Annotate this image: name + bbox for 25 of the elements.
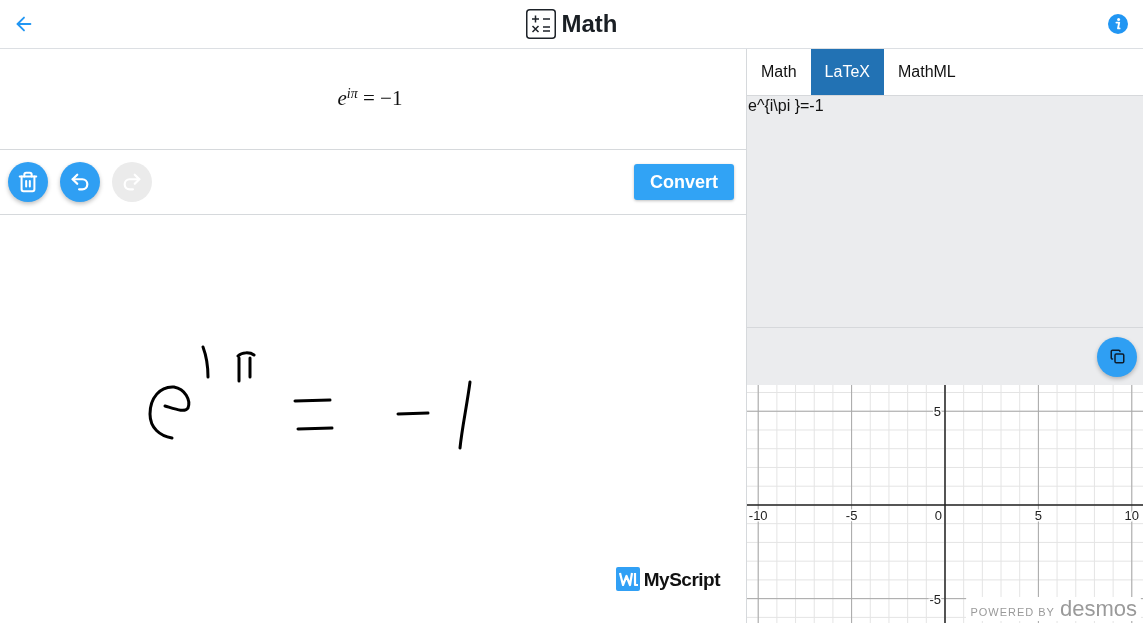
logo-text: MyScript	[643, 569, 720, 589]
axis-tick-label: 5	[933, 404, 941, 420]
axis-tick-label: -5	[845, 507, 858, 523]
info-icon	[1108, 14, 1128, 34]
info-button[interactable]	[1108, 14, 1128, 34]
tab[interactable]: LaTeX	[810, 49, 884, 95]
undo-button[interactable]	[60, 162, 100, 202]
trash-icon	[17, 171, 39, 193]
axis-tick-label: -10	[748, 507, 768, 523]
clear-button[interactable]	[8, 162, 48, 202]
math-symbols-icon	[525, 9, 556, 39]
app-title: Math	[561, 12, 618, 36]
graph[interactable]: -10 -5 0 5 10 -5 5 POWERED BY desmos	[747, 385, 1143, 623]
math-result: e$^{iπ}$ = −1	[337, 85, 403, 113]
copy-icon	[1109, 349, 1125, 364]
logo-icon	[615, 567, 640, 591]
undo-icon	[69, 171, 91, 193]
axis-tick-label: -5	[929, 591, 941, 607]
latex-output-field[interactable]: e^{i\pi }=-1	[747, 95, 1143, 328]
axis-tick-label: 5	[1034, 507, 1042, 523]
copy-button[interactable]	[1097, 336, 1137, 377]
attribution-label: POWERED BY	[970, 605, 1055, 620]
axis-tick-label: 10	[1124, 507, 1140, 523]
attribution-logo-text: desmos	[1059, 597, 1137, 621]
axis-tick-label: 0	[934, 507, 942, 523]
